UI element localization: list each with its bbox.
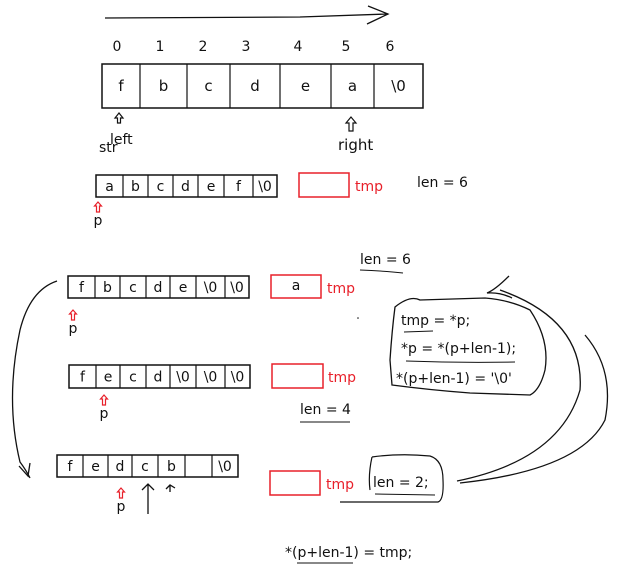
tmp-label: tmp bbox=[326, 477, 354, 493]
array-cell: \0 bbox=[176, 370, 190, 386]
index-label: 0 bbox=[113, 39, 122, 55]
array-cell: e bbox=[104, 370, 113, 386]
code-line-2: *p = *(p+len-1); bbox=[401, 341, 516, 357]
code-line-3: *(p+len-1) = '\0' bbox=[396, 371, 512, 387]
right-pointer-icon bbox=[344, 116, 358, 132]
len-label: len = 2; bbox=[373, 475, 429, 491]
diagram-canvas: 0123456 f b c d e a \0 left right str a b c d e f \0… bbox=[0, 0, 628, 567]
array-cell: f bbox=[79, 280, 85, 296]
array-cell: e bbox=[91, 459, 100, 475]
array-cell: f bbox=[118, 77, 124, 95]
array-cell: d bbox=[154, 280, 163, 296]
array-cell: d bbox=[154, 370, 163, 386]
pointer-label: p bbox=[94, 213, 103, 229]
array-cell: \0 bbox=[204, 280, 218, 296]
array-cell: b bbox=[131, 179, 140, 195]
tmp-box: a bbox=[270, 274, 322, 299]
pointer-label: p bbox=[69, 321, 78, 337]
array-cell: a bbox=[105, 179, 114, 195]
array-cell: c bbox=[141, 459, 149, 475]
array-row: f e d c b \0 tmp p bbox=[56, 454, 354, 515]
index-label: 3 bbox=[242, 39, 251, 55]
index-label: 1 bbox=[156, 39, 165, 55]
tmp-box bbox=[269, 470, 321, 496]
index-label: 6 bbox=[386, 39, 395, 55]
pointer-label: p bbox=[117, 499, 126, 515]
index-label: 2 bbox=[199, 39, 208, 55]
array-cell: f bbox=[80, 370, 86, 386]
array-row: a b c d e f \0 tmp p bbox=[93, 172, 383, 229]
array-cell: c bbox=[129, 370, 137, 386]
len-label: len = 6 bbox=[360, 252, 411, 268]
tmp-label: tmp bbox=[328, 370, 356, 386]
tmp-label: tmp bbox=[355, 179, 383, 195]
tmp-value: a bbox=[292, 278, 301, 294]
pointer-label: p bbox=[100, 406, 109, 422]
array-cell: \0 bbox=[230, 280, 244, 296]
len-label: len = 6 bbox=[417, 175, 468, 191]
index-labels: 0 1 2 3 4 5 6 bbox=[113, 39, 395, 55]
array-cell: \0 bbox=[258, 179, 272, 195]
left-pointer-icon bbox=[113, 112, 125, 124]
loop-arrow bbox=[11, 280, 58, 479]
array-row: f b c d e \0 \0 a tmp p bbox=[67, 274, 355, 337]
underline bbox=[405, 360, 516, 363]
array-cell: c bbox=[129, 280, 137, 296]
pointer-arrow-icon bbox=[93, 201, 103, 213]
array-cell: f bbox=[236, 179, 242, 195]
array-cell: f bbox=[68, 459, 74, 475]
top-array: f b c d e a \0 bbox=[101, 63, 424, 109]
pointer-arrow-icon bbox=[99, 394, 109, 406]
array-cell: b bbox=[159, 77, 169, 95]
pointer-arrow-icon bbox=[116, 487, 126, 499]
len-label: len = 4 bbox=[300, 402, 351, 418]
tmp-label: tmp bbox=[327, 281, 355, 297]
underline bbox=[359, 269, 404, 274]
array-outline bbox=[101, 63, 424, 109]
index-label: 5 bbox=[342, 39, 351, 55]
array-cell: e bbox=[179, 280, 188, 296]
index-label: 4 bbox=[294, 39, 303, 55]
array-cell: \0 bbox=[391, 77, 406, 95]
array-cell: d bbox=[250, 77, 260, 95]
direction-arrow bbox=[104, 5, 390, 25]
dot bbox=[357, 317, 359, 319]
tmp-box bbox=[271, 363, 324, 389]
array-cell: \0 bbox=[204, 370, 218, 386]
array-cell: b bbox=[103, 280, 112, 296]
tmp-box bbox=[298, 172, 350, 198]
pointer-arrow-icon bbox=[68, 309, 78, 321]
array-cell: a bbox=[348, 77, 357, 95]
final-code-line: *(p+len-1) = tmp; bbox=[285, 545, 412, 561]
array-cell: e bbox=[301, 77, 310, 95]
arrow-up-icon bbox=[141, 483, 176, 514]
code-line-1: tmp = *p; bbox=[401, 313, 470, 329]
array-cell: c bbox=[157, 179, 165, 195]
array-cell: d bbox=[116, 459, 125, 475]
underline bbox=[403, 330, 434, 333]
array-cell: e bbox=[207, 179, 216, 195]
array-cell: b bbox=[167, 459, 176, 475]
array-cell: c bbox=[204, 77, 212, 95]
array-cell: \0 bbox=[218, 459, 232, 475]
underline bbox=[374, 493, 436, 496]
array-cell: \0 bbox=[231, 370, 245, 386]
right-label: right bbox=[338, 136, 373, 154]
array-cell: d bbox=[181, 179, 190, 195]
str-label: str bbox=[99, 140, 118, 156]
